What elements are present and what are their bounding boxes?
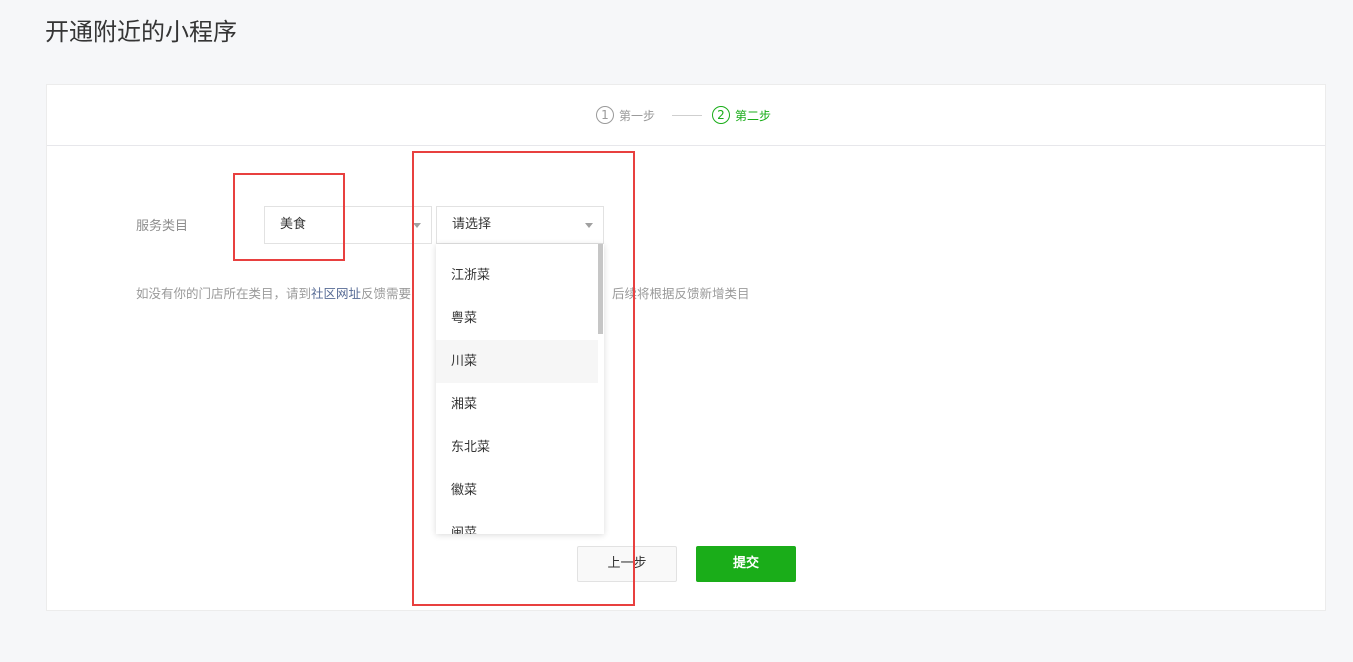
hint-prefix: 如没有你的门店所在类目，请到: [136, 286, 312, 301]
highlight-box-dropdown: [412, 151, 635, 606]
page-title: 开通附近的小程序: [45, 18, 237, 46]
step-1-label: 第一步: [619, 108, 656, 123]
submit-button[interactable]: 提交: [696, 546, 796, 582]
step-indicator: 1 第一步 2 第二步: [47, 85, 1325, 146]
main-card: 1 第一步 2 第二步 服务类目 美食 请选择 如没有你的门店所在类目，请到社区…: [46, 84, 1326, 611]
community-link[interactable]: 社区网址: [311, 286, 361, 301]
service-category-label: 服务类目: [136, 219, 189, 234]
step-2-number: 2: [712, 106, 730, 124]
step-2-label: 第二步: [735, 108, 772, 123]
step-1: 1 第一步: [596, 105, 655, 125]
step-2: 2 第二步: [712, 105, 771, 125]
hint-middle: 反馈需要: [361, 286, 412, 301]
step-connector: [672, 115, 702, 116]
highlight-box-primary: [233, 173, 345, 261]
step-1-number: 1: [596, 106, 614, 124]
category-hint: 如没有你的门店所在类目，请到社区网址反馈需要 后续将根据反馈新增类目: [136, 283, 750, 302]
